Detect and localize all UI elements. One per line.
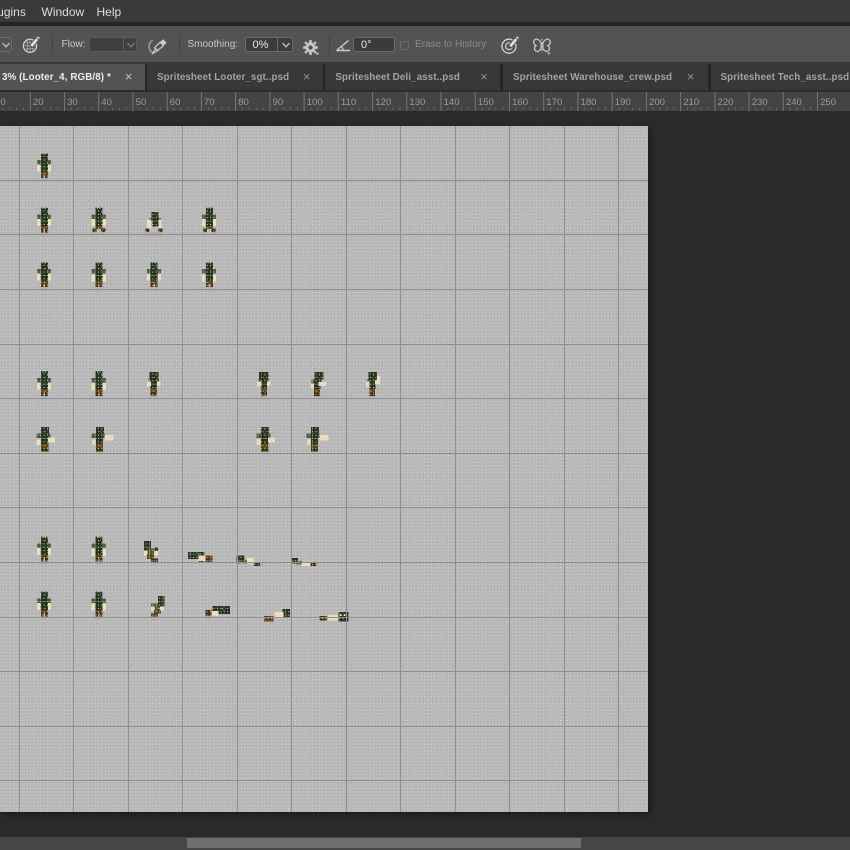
svg-text:250: 250 bbox=[820, 97, 836, 108]
svg-text:150: 150 bbox=[478, 97, 494, 108]
svg-text:110: 110 bbox=[341, 97, 356, 108]
svg-text:30: 30 bbox=[67, 97, 78, 108]
svg-text:10: 10 bbox=[0, 97, 6, 108]
svg-text:200: 200 bbox=[649, 97, 665, 108]
svg-text:240: 240 bbox=[786, 97, 802, 108]
svg-text:90: 90 bbox=[273, 97, 284, 108]
svg-text:20: 20 bbox=[33, 97, 44, 108]
svg-text:80: 80 bbox=[238, 97, 249, 108]
svg-text:160: 160 bbox=[512, 97, 528, 108]
svg-text:60: 60 bbox=[170, 97, 181, 108]
svg-text:70: 70 bbox=[204, 97, 215, 108]
svg-text:100: 100 bbox=[307, 97, 323, 108]
svg-text:140: 140 bbox=[444, 97, 460, 108]
svg-text:230: 230 bbox=[752, 97, 768, 108]
svg-text:50: 50 bbox=[136, 97, 147, 108]
svg-text:170: 170 bbox=[546, 97, 562, 108]
svg-text:220: 220 bbox=[718, 97, 734, 108]
svg-text:40: 40 bbox=[101, 97, 112, 108]
svg-text:190: 190 bbox=[615, 97, 631, 108]
svg-text:120: 120 bbox=[375, 97, 391, 108]
svg-text:180: 180 bbox=[581, 97, 597, 108]
svg-text:130: 130 bbox=[409, 97, 425, 108]
svg-text:210: 210 bbox=[683, 97, 699, 108]
